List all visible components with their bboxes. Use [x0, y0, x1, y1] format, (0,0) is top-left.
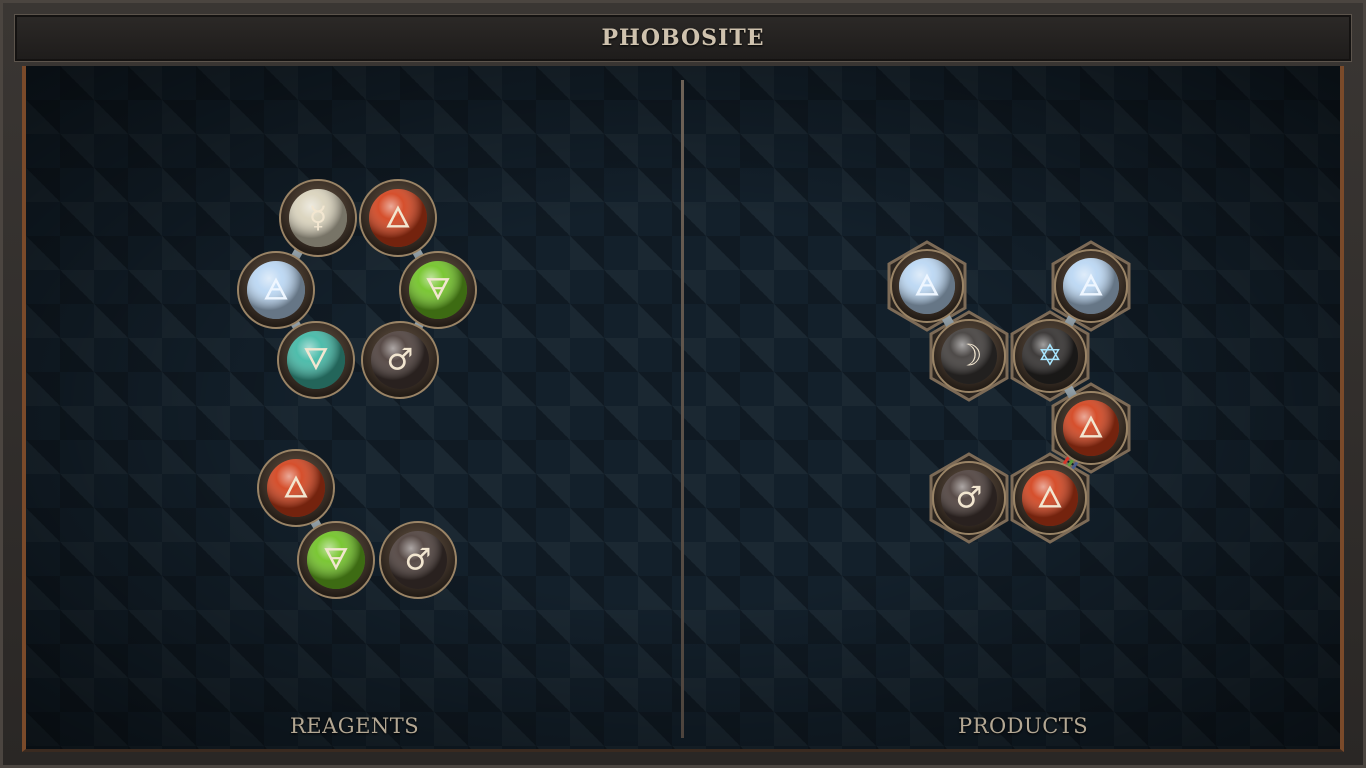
iron-icon: ♂ [956, 481, 983, 516]
air-icon: 🜁 [914, 269, 940, 304]
earth-icon: 🜃 [323, 543, 349, 578]
earth-icon: 🜃 [425, 273, 451, 308]
atom-silver: ☽ [932, 319, 1006, 393]
reagent-molecule-ring[interactable]: ☿ 🜂 🜃 ♂ 🜄 🜁 [237, 179, 477, 399]
fire-icon: 🜂 [385, 201, 411, 236]
molecule-canvas: ☿ 🜂 🜃 ♂ 🜄 🜁 🜂 🜃 ♂ 🜁 🜁 ☽ ✡ 🜂 ♂ 🜂 [237, 179, 1131, 599]
atom-quicksilver: ☿ [279, 179, 357, 257]
atom-fire: 🜂 [359, 179, 437, 257]
atom-fire: 🜂 [1054, 391, 1128, 465]
atom-earth: 🜃 [399, 251, 477, 329]
atom-iron: ♂ [932, 461, 1006, 535]
air-icon: 🜁 [1078, 269, 1104, 304]
products-label: PRODUCTS [958, 714, 1089, 738]
fire-icon: 🜂 [1037, 481, 1063, 516]
atom-air: 🜁 [1054, 249, 1128, 323]
atom-fire: 🜂 [257, 449, 335, 527]
fire-icon: 🜂 [1078, 411, 1104, 446]
water-icon: 🜄 [303, 343, 329, 378]
atom-vitae-salt: ✡ [1013, 319, 1087, 393]
fire-icon: 🜂 [283, 471, 309, 506]
iron-icon: ♂ [387, 343, 414, 378]
atom-iron: ♂ [361, 321, 439, 399]
hexagram-icon: ✡ [1037, 339, 1062, 374]
reagent-molecule-chain[interactable]: 🜂 🜃 ♂ [257, 449, 457, 599]
atom-earth: 🜃 [297, 521, 375, 599]
atom-air: 🜁 [237, 251, 315, 329]
product-molecule[interactable]: 🜁 🜁 ☽ ✡ 🜂 ♂ 🜂 [887, 240, 1131, 544]
atom-iron: ♂ [379, 521, 457, 599]
atom-fire: 🜂 [1013, 461, 1087, 535]
reagents-label: REAGENTS [290, 714, 420, 738]
air-icon: 🜁 [263, 273, 289, 308]
iron-icon: ♂ [405, 543, 432, 578]
quicksilver-icon: ☿ [309, 201, 327, 236]
moon-icon: ☽ [956, 339, 983, 374]
atom-air: 🜁 [890, 249, 964, 323]
atom-water: 🜄 [277, 321, 355, 399]
